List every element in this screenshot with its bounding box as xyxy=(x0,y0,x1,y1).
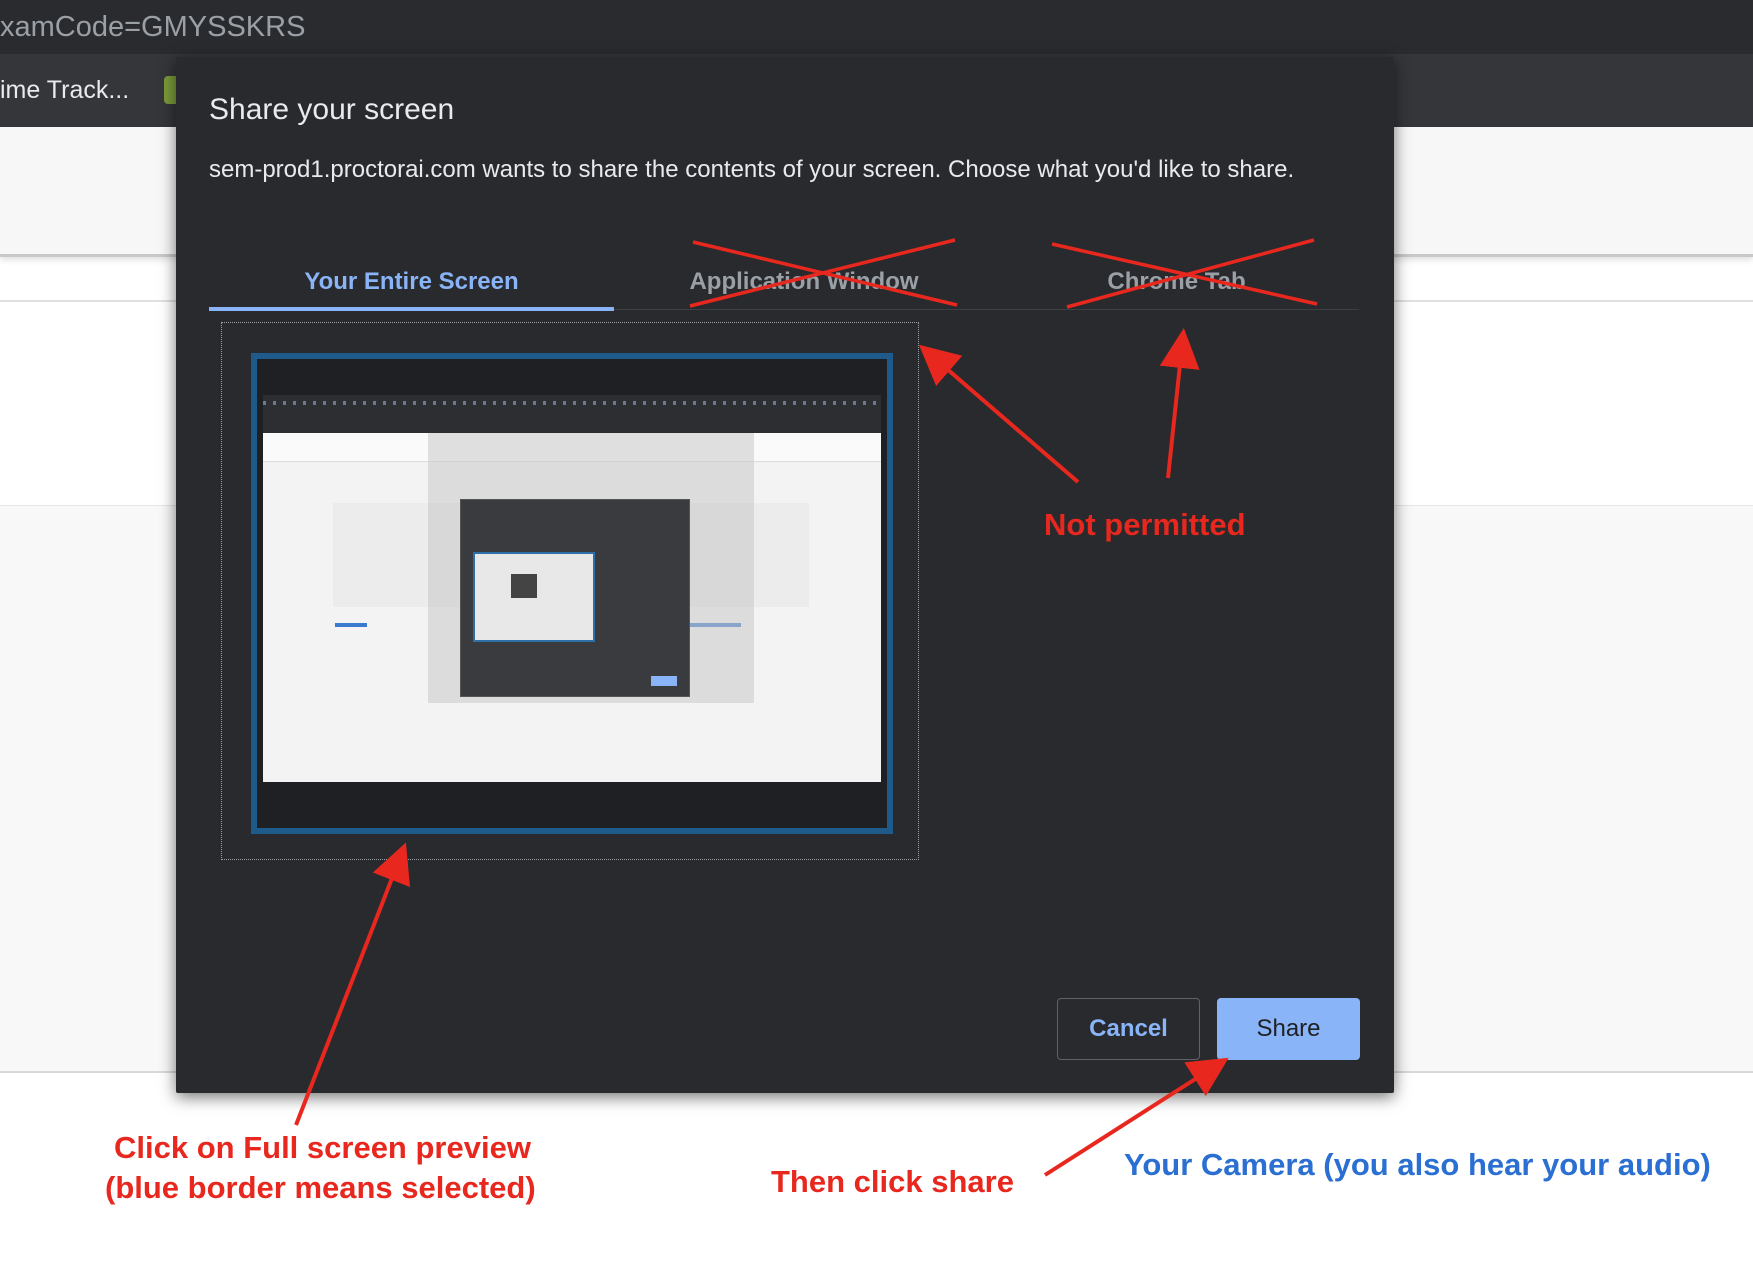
dialog-title: Share your screen xyxy=(209,93,455,126)
share-source-tabs: Your Entire Screen Application Window Ch… xyxy=(209,255,1359,311)
tab-application-window[interactable]: Application Window xyxy=(614,255,994,307)
then-click-share-note: Then click share xyxy=(771,1164,1014,1199)
bookmark-item[interactable]: ime Track... xyxy=(0,54,129,127)
thumbnail-inner-preview xyxy=(473,552,595,642)
tab-entire-screen[interactable]: Your Entire Screen xyxy=(209,255,614,311)
thumbnail-share-button xyxy=(651,676,677,686)
thumbnail-titlebar xyxy=(257,359,887,395)
address-bar[interactable]: xamCode=GMYSSKRS xyxy=(0,0,1753,54)
screen-preview-item[interactable] xyxy=(221,322,919,860)
cancel-button[interactable]: Cancel xyxy=(1057,998,1200,1060)
thumbnail-link xyxy=(335,623,367,627)
share-screen-dialog: Share your screen sem-prod1.proctorai.co… xyxy=(176,57,1394,1093)
click-preview-note-line1: Click on Full screen preview xyxy=(114,1130,531,1165)
dialog-description: sem-prod1.proctorai.com wants to share t… xyxy=(209,156,1295,183)
thumbnail-toolbar xyxy=(263,395,881,433)
tab-chrome-tab[interactable]: Chrome Tab xyxy=(994,255,1359,307)
screen-preview-thumbnail[interactable] xyxy=(251,353,893,834)
click-preview-note-line2: (blue border means selected) xyxy=(105,1170,536,1205)
not-permitted-note: Not permitted xyxy=(1044,507,1246,542)
thumbnail-dialog xyxy=(460,499,690,697)
camera-note: Your Camera (you also hear your audio) xyxy=(1124,1147,1711,1182)
url-text: xamCode=GMYSSKRS xyxy=(0,11,306,43)
thumbnail-inner-box xyxy=(511,574,537,598)
share-button[interactable]: Share xyxy=(1217,998,1360,1060)
thumbnail-page xyxy=(263,433,881,782)
